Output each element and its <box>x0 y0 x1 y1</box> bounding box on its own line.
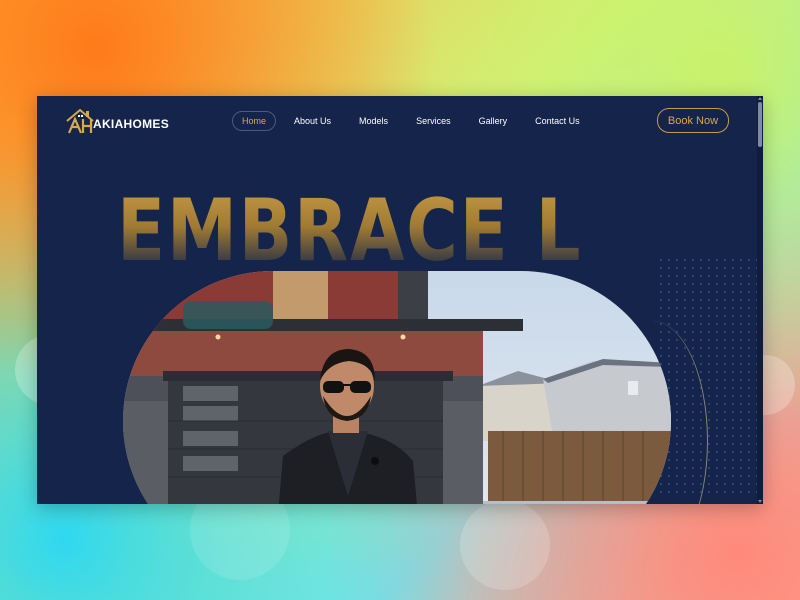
vertical-scrollbar[interactable] <box>757 96 763 504</box>
brand-logo[interactable]: AKIAHOMES <box>65 107 169 135</box>
nav-services[interactable]: Services <box>406 111 461 131</box>
browser-window: AKIAHOMES Home About Us Models Services … <box>37 96 763 504</box>
brand-name: AKIAHOMES <box>93 117 170 131</box>
scroll-down-arrow-icon[interactable] <box>758 500 762 503</box>
bokeh-circle <box>460 500 550 590</box>
nav-contact-us[interactable]: Contact Us <box>525 111 590 131</box>
nav-models[interactable]: Models <box>349 111 398 131</box>
book-now-button[interactable]: Book Now <box>657 108 729 133</box>
nav-gallery[interactable]: Gallery <box>469 111 518 131</box>
scroll-up-arrow-icon[interactable] <box>758 97 762 100</box>
main-nav: Home About Us Models Services Gallery Co… <box>232 110 598 132</box>
hero-image <box>123 271 671 504</box>
nav-home[interactable]: Home <box>232 111 277 131</box>
house-logo-icon <box>65 107 99 135</box>
scrollbar-thumb[interactable] <box>758 102 762 147</box>
hero-headline: EMBRACE LIFE <box>117 181 710 281</box>
nav-about-us[interactable]: About Us <box>284 111 341 131</box>
